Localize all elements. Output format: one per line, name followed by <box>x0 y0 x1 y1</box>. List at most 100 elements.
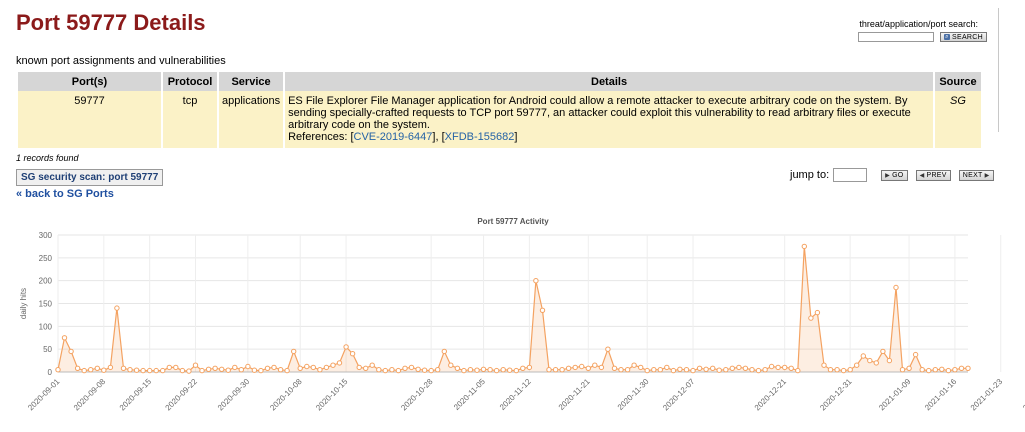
data-point <box>873 360 879 366</box>
go-arrow-icon: ▶ <box>885 172 891 179</box>
data-point <box>428 367 434 374</box>
x-tick-label: 2021-01-31 <box>1021 377 1025 413</box>
data-point <box>94 365 101 372</box>
data-point <box>284 367 290 374</box>
data-point <box>840 367 847 374</box>
data-point <box>867 357 873 364</box>
data-point <box>277 367 284 373</box>
series-line <box>57 246 968 372</box>
next-label: NEXT <box>962 171 983 179</box>
data-point <box>579 363 585 370</box>
data-point <box>572 364 578 371</box>
data-point <box>493 367 500 374</box>
data-point <box>55 367 61 373</box>
data-point <box>225 367 231 373</box>
data-point <box>631 362 637 368</box>
x-tick-label: 2020-12-31 <box>818 377 854 413</box>
data-point <box>710 365 716 372</box>
y-tick-label: 250 <box>39 254 53 263</box>
data-point <box>638 364 644 371</box>
ref-link-cve[interactable]: CVE-2019-6447 <box>354 131 433 143</box>
search-input[interactable] <box>858 32 934 42</box>
data-point <box>618 367 624 373</box>
data-point <box>598 364 605 371</box>
go-button[interactable]: ▶ GO <box>881 169 908 181</box>
data-point <box>349 351 356 357</box>
search-button[interactable]: ⌕ SEARCH <box>940 32 987 42</box>
data-point <box>644 367 650 374</box>
data-point <box>474 367 480 373</box>
col-service: Service <box>219 72 284 91</box>
prev-arrow-icon: ◀ <box>919 172 925 179</box>
table-row: 59777 tcp applications ES File Explorer … <box>18 91 981 148</box>
y-tick-label: 300 <box>39 231 53 240</box>
x-tick-label: 2021-01-16 <box>923 377 959 413</box>
data-point <box>762 367 768 373</box>
data-point <box>68 348 74 355</box>
data-point <box>952 367 958 373</box>
data-point <box>592 362 598 368</box>
data-point <box>81 367 87 374</box>
data-point <box>664 364 670 371</box>
data-point <box>232 364 238 371</box>
data-point <box>421 367 428 373</box>
data-point <box>107 364 114 371</box>
data-point <box>696 365 703 372</box>
data-point <box>945 367 952 374</box>
data-point <box>212 365 218 372</box>
data-point <box>389 367 395 373</box>
search-button-label: SEARCH <box>952 33 983 41</box>
records-count: 1 records found <box>16 153 79 163</box>
data-point <box>585 365 591 372</box>
data-point <box>101 367 107 373</box>
page-title: Port 59777 Details <box>16 10 206 35</box>
data-point <box>199 367 205 374</box>
data-point <box>919 367 925 373</box>
x-tick-label: 2020-09-22 <box>164 377 200 413</box>
x-tick-label: 2020-10-08 <box>268 377 304 413</box>
search-panel: threat/application/port search: ⌕ SEARCH <box>858 19 987 42</box>
data-point <box>435 367 441 373</box>
security-scan-button[interactable]: SG security scan: port 59777 <box>16 169 164 186</box>
x-tick-label: 2020-11-30 <box>616 377 651 412</box>
col-ports: Port(s) <box>18 72 161 91</box>
ref-link-xfdb[interactable]: XFDB-155682 <box>445 131 515 143</box>
data-point <box>893 284 899 291</box>
data-point <box>539 307 546 314</box>
data-point <box>245 363 251 370</box>
data-point <box>323 364 330 371</box>
cell-protocol: tcp <box>163 91 217 148</box>
data-point <box>140 367 146 374</box>
data-point <box>336 360 343 366</box>
prev-button[interactable]: ◀ PREV <box>915 169 951 181</box>
data-point <box>768 363 775 370</box>
data-point <box>160 367 166 374</box>
activity-chart: Port 59777 Activity daily hits 0 50 100 150 20… <box>19 217 1025 413</box>
prev-label: PREV <box>926 171 947 179</box>
x-tick-label: 2020-12-07 <box>661 377 697 413</box>
data-point <box>408 364 415 371</box>
data-point <box>782 364 788 371</box>
data-point <box>742 365 749 372</box>
data-point <box>886 357 893 364</box>
data-point <box>513 367 519 374</box>
data-point <box>120 365 127 372</box>
x-tick-label: 2021-01-09 <box>877 377 913 413</box>
cell-source: SG <box>935 91 981 148</box>
data-point <box>906 365 912 372</box>
chart-title: Port 59777 Activity <box>477 217 549 226</box>
y-axis-label: daily hits <box>19 288 28 319</box>
back-link[interactable]: « back to SG Ports <box>16 188 114 200</box>
data-point <box>565 365 572 372</box>
pager: jump to: ▶ GO ◀ PREV NEXT ▶ <box>790 168 994 182</box>
jump-input[interactable] <box>833 168 868 182</box>
data-point <box>703 366 709 373</box>
references-label: References: [ <box>288 131 354 143</box>
data-point <box>467 367 474 373</box>
search-icon: ⌕ <box>944 34 950 40</box>
data-point <box>363 365 369 372</box>
next-button[interactable]: NEXT ▶ <box>958 169 994 181</box>
data-point <box>533 278 539 284</box>
col-source: Source <box>935 72 981 91</box>
data-point <box>133 367 140 373</box>
